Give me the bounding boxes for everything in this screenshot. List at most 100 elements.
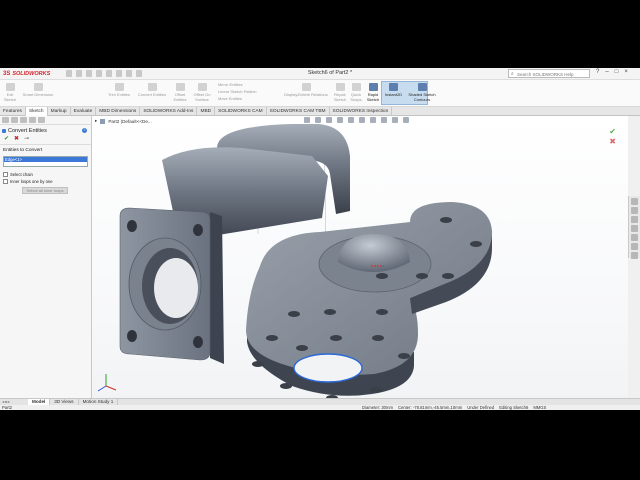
quick-access-toolbar bbox=[66, 70, 142, 77]
document-title: Sketch6 of Part2 * bbox=[307, 70, 353, 76]
offset-surface-icon bbox=[197, 83, 207, 91]
quick-snaps-button[interactable]: Quick Snaps bbox=[349, 83, 363, 102]
cancel-button[interactable]: ✖ bbox=[14, 135, 19, 142]
ds-logo-icon: 3S bbox=[3, 71, 11, 77]
dimension-icon bbox=[33, 83, 43, 91]
reference-triad bbox=[97, 374, 117, 392]
solidworks-window: 3S SOLIDWORKS Sketch6 of Part2 * ⌕ Searc… bbox=[0, 68, 640, 410]
bolt-hole bbox=[416, 273, 428, 279]
pin-icon[interactable]: ⊸ bbox=[24, 135, 29, 142]
selected-edge-item[interactable]: Edge<1> bbox=[4, 157, 87, 162]
model-tabs: ◂◂▸▸ Model 3D Views Motion Study 1 bbox=[0, 398, 640, 405]
repair-icon bbox=[335, 83, 345, 91]
undo-icon[interactable] bbox=[106, 70, 112, 77]
help-icon[interactable]: ? bbox=[596, 69, 599, 75]
configuration-icon[interactable] bbox=[20, 117, 27, 123]
instant2d-icon bbox=[389, 83, 398, 91]
custom-properties-icon[interactable] bbox=[631, 243, 638, 250]
rapid-sketch-button[interactable]: Rapid Sketch bbox=[365, 83, 381, 102]
display-manager-icon[interactable] bbox=[38, 117, 45, 123]
tab-addins[interactable]: SOLIDWORKS Add-Ins bbox=[140, 107, 198, 116]
trim-icon bbox=[114, 83, 124, 91]
letterbox-top bbox=[0, 0, 640, 68]
select-icon[interactable] bbox=[116, 70, 122, 77]
shaded-contours-icon bbox=[417, 83, 427, 91]
maximize-icon[interactable]: □ bbox=[615, 69, 619, 75]
tab-sketch[interactable]: Sketch bbox=[25, 107, 48, 116]
brand-name: SOLIDWORKS bbox=[12, 71, 51, 77]
help-icon[interactable]: ? bbox=[82, 128, 87, 133]
confirm-ok-icon[interactable]: ✔ bbox=[609, 127, 616, 137]
shaded-sketch-contours-button[interactable]: Shaded Sketch Contours bbox=[405, 83, 439, 102]
offset-on-surface-button[interactable]: Offset On Surface bbox=[191, 83, 213, 102]
file-explorer-icon[interactable] bbox=[631, 216, 638, 223]
title-bar: 3S SOLIDWORKS Sketch6 of Part2 * ⌕ Searc… bbox=[0, 68, 640, 80]
mirror-entities-button[interactable]: Mirror Entities bbox=[218, 82, 268, 87]
resources-icon[interactable] bbox=[631, 198, 638, 205]
tab-features[interactable]: Features bbox=[0, 107, 26, 116]
selection-list[interactable]: Edge<1> bbox=[3, 156, 88, 167]
move-entities-button[interactable]: Move Entities bbox=[218, 96, 268, 101]
exit-sketch-icon bbox=[5, 83, 15, 91]
select-all-inner-loops-button[interactable]: Select all inner loops bbox=[22, 187, 68, 194]
command-tabs: Features Sketch Markup Evaluate MBD Dime… bbox=[0, 107, 640, 116]
bolt-hole bbox=[440, 217, 452, 223]
snaps-icon bbox=[351, 83, 361, 91]
search-input[interactable]: ⌕ Search SOLIDWORKS Help bbox=[508, 69, 590, 78]
minimize-icon[interactable]: – bbox=[605, 69, 608, 75]
open-icon[interactable] bbox=[76, 70, 82, 77]
flange-bore-inner bbox=[154, 258, 198, 318]
task-pane-tabs bbox=[628, 196, 640, 259]
instant2d-button[interactable]: Instant2D bbox=[383, 83, 404, 97]
bolt-hole bbox=[252, 361, 264, 367]
property-manager-icon[interactable] bbox=[11, 117, 18, 123]
checkbox-icon bbox=[3, 172, 8, 177]
rebuild-icon[interactable] bbox=[126, 70, 132, 77]
print-icon[interactable] bbox=[96, 70, 102, 77]
flange-bolt-hole bbox=[127, 330, 137, 342]
convert-icon bbox=[147, 83, 157, 91]
smart-dimension-button[interactable]: Smart Dimension bbox=[20, 83, 56, 97]
confirm-cancel-icon[interactable]: ✖ bbox=[609, 137, 616, 147]
flange-bolt-hole bbox=[193, 336, 203, 348]
tab-cam-tbm[interactable]: SOLIDWORKS CAM TBM bbox=[267, 107, 330, 116]
ok-button[interactable]: ✔ bbox=[4, 135, 9, 142]
tab-evaluate[interactable]: Evaluate bbox=[71, 107, 97, 116]
dimxpert-icon[interactable] bbox=[29, 117, 36, 123]
part-model[interactable] bbox=[92, 116, 628, 399]
bolt-hole bbox=[376, 273, 388, 279]
tab-mbd-dimensions[interactable]: MBD Dimensions bbox=[96, 107, 141, 116]
display-relations-button[interactable]: Display/Delete Relations bbox=[280, 83, 332, 97]
convert-entities-button[interactable]: Convert Entities bbox=[135, 83, 169, 97]
left-flange-side bbox=[210, 212, 224, 364]
repair-sketch-button[interactable]: Repair Sketch bbox=[333, 83, 347, 102]
linear-pattern-button[interactable]: Linear Sketch Pattern bbox=[218, 89, 273, 94]
forum-icon[interactable] bbox=[631, 252, 638, 259]
panel-tabs bbox=[0, 116, 91, 125]
options-icon[interactable] bbox=[136, 70, 142, 77]
trim-entities-button[interactable]: Trim Entities bbox=[105, 83, 133, 97]
feature-tree-icon[interactable] bbox=[2, 117, 9, 123]
app-logo[interactable]: 3S SOLIDWORKS bbox=[3, 70, 50, 78]
offset-icon bbox=[175, 83, 185, 91]
bolt-hole bbox=[442, 273, 454, 279]
close-icon[interactable]: × bbox=[624, 69, 628, 75]
tab-inspection[interactable]: SOLIDWORKS Inspection bbox=[330, 107, 393, 116]
offset-entities-button[interactable]: Offset Entities bbox=[171, 83, 189, 102]
new-icon[interactable] bbox=[66, 70, 72, 77]
inner-loops-checkbox[interactable]: Inner loops one by one bbox=[0, 178, 91, 185]
bolt-hole bbox=[470, 241, 482, 247]
letterbox-bottom bbox=[0, 410, 640, 480]
tab-mbd[interactable]: MBD bbox=[197, 107, 216, 116]
search-placeholder: Search SOLIDWORKS Help bbox=[517, 71, 574, 77]
graphics-area[interactable]: ▸ Part2 (Default<<De... ✔ ✖ bbox=[92, 116, 628, 399]
view-palette-icon[interactable] bbox=[631, 225, 638, 232]
design-library-icon[interactable] bbox=[631, 207, 638, 214]
appearances-icon[interactable] bbox=[631, 234, 638, 241]
tab-markup[interactable]: Markup bbox=[48, 107, 71, 116]
search-icon: ⌕ bbox=[511, 71, 514, 77]
save-icon[interactable] bbox=[86, 70, 92, 77]
select-chain-checkbox[interactable]: Select chain bbox=[0, 171, 91, 178]
exit-sketch-button[interactable]: Exit Sketch bbox=[2, 83, 18, 102]
tab-cam[interactable]: SOLIDWORKS CAM bbox=[215, 107, 267, 116]
